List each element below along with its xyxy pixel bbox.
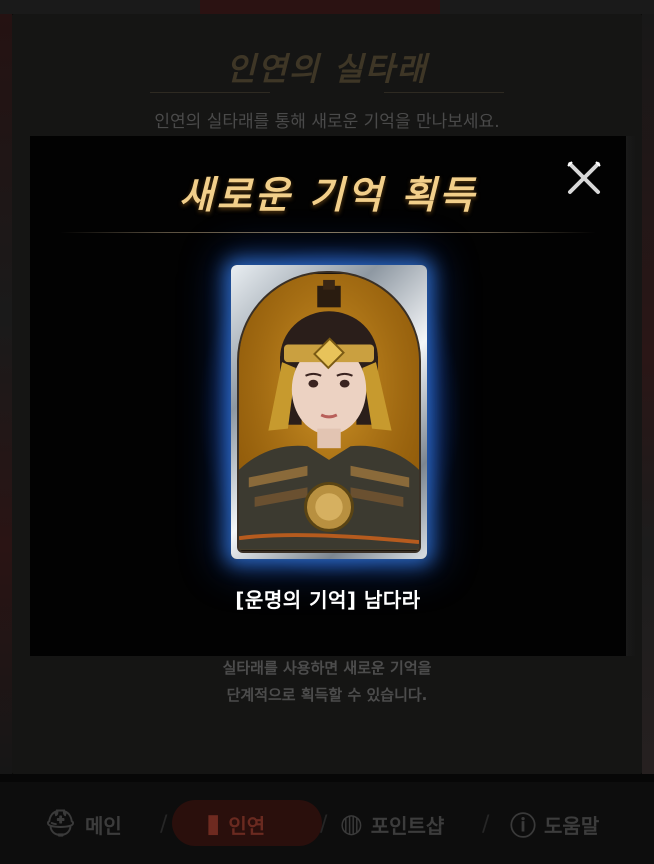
nav-item-main[interactable]: ⛑ 메인	[44, 804, 122, 844]
nav-item-main-label: 메인	[85, 813, 122, 838]
nav-separator: /	[482, 812, 490, 837]
modal-title: 새로운 기억 획득	[178, 172, 478, 217]
acquisition-modal: 새로운 기억 획득 [운명의 기억] 남다라	[30, 136, 636, 656]
nav-item-pointshop[interactable]: ◍ 포인트샵	[340, 804, 444, 844]
card-portrait	[237, 271, 421, 553]
modal-divider	[60, 232, 596, 233]
memory-card[interactable]	[231, 265, 427, 559]
book-icon: ▮	[206, 809, 221, 839]
point-coin-icon: ◍	[340, 809, 363, 839]
nav-item-help-label: 도움말	[544, 813, 600, 838]
info-note-line-1: 실타래를 사용하면 새로운 기억을	[222, 659, 432, 677]
card-name: [운명의 기억] 남다라	[235, 588, 421, 612]
nav-item-help[interactable]: ⓘ 도움말	[510, 804, 599, 844]
bottom-nav: ⛑ 메인 / ▮ 인연 / ◍ 포인트샵 / ⓘ 도움말	[0, 782, 654, 864]
title-divider-right	[384, 92, 504, 93]
nav-item-inyeon[interactable]: ▮ 인연	[206, 804, 265, 844]
nav-item-pointshop-label: 포인트샵	[370, 813, 445, 838]
close-icon	[567, 161, 601, 194]
helmet-icon: ⛑	[44, 809, 78, 839]
nav-separator: /	[160, 812, 168, 837]
close-button[interactable]	[562, 156, 606, 200]
nav-item-inyeon-label: 인연	[228, 813, 266, 838]
question-icon: ⓘ	[510, 811, 537, 842]
page-title: 인연의 실타래	[226, 50, 428, 88]
character-portrait-illustration	[239, 274, 419, 550]
title-divider-left	[150, 92, 270, 93]
top-bar	[0, 0, 654, 14]
page-subtitle: 인연의 실타래를 통해 새로운 기억을 만나보세요.	[154, 112, 500, 132]
nav-separator: /	[320, 812, 328, 837]
info-note-line-2: 단계적으로 획득할 수 있습니다.	[226, 686, 428, 704]
